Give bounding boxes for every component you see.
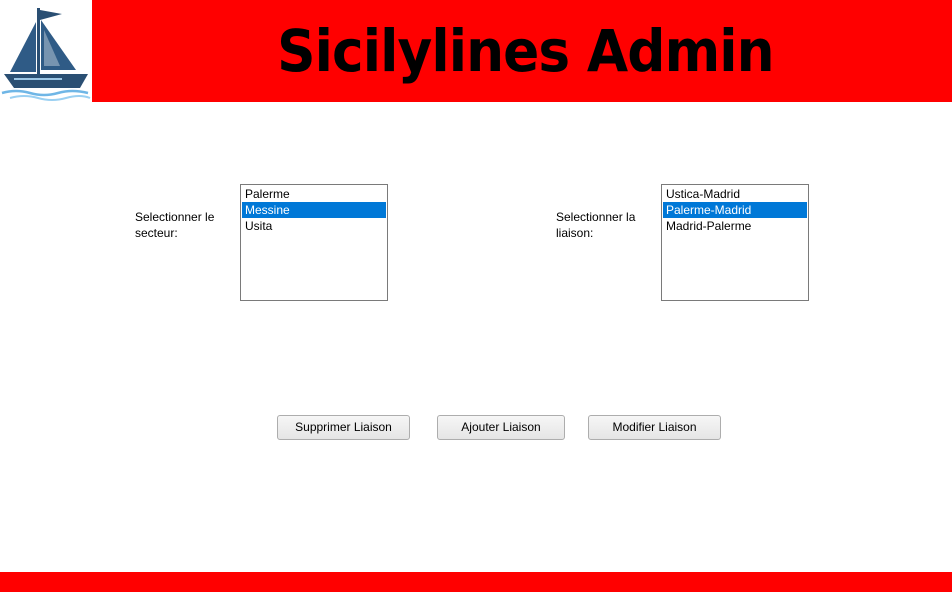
- liaison-listbox[interactable]: Ustica-Madrid Palerme-Madrid Madrid-Palerm…: [661, 184, 809, 301]
- secteur-listbox[interactable]: Palerme Messine Usita: [240, 184, 388, 301]
- secteur-list-item[interactable]: Palerme: [242, 186, 386, 202]
- ajouter-liaison-button[interactable]: Ajouter Liaison: [437, 415, 565, 440]
- supprimer-liaison-button[interactable]: Supprimer Liaison: [277, 415, 410, 440]
- page-title: Sicilylines Admin: [277, 17, 774, 85]
- secteur-list-item[interactable]: Usita: [242, 218, 386, 234]
- header-banner: Sicilylines Admin: [0, 0, 952, 102]
- sailboat-logo-icon: [1, 8, 91, 101]
- secteur-list-item[interactable]: Messine: [242, 202, 386, 218]
- liaison-list-item[interactable]: Madrid-Palerme: [663, 218, 807, 234]
- liaison-label: Selectionner la liaison:: [556, 210, 636, 240]
- logo: [0, 0, 92, 102]
- liaison-list-item[interactable]: Palerme-Madrid: [663, 202, 807, 218]
- liaison-list-item[interactable]: Ustica-Madrid: [663, 186, 807, 202]
- secteur-label: Selectionner le secteur:: [135, 210, 215, 240]
- footer-bar: [0, 572, 952, 592]
- modifier-liaison-button[interactable]: Modifier Liaison: [588, 415, 721, 440]
